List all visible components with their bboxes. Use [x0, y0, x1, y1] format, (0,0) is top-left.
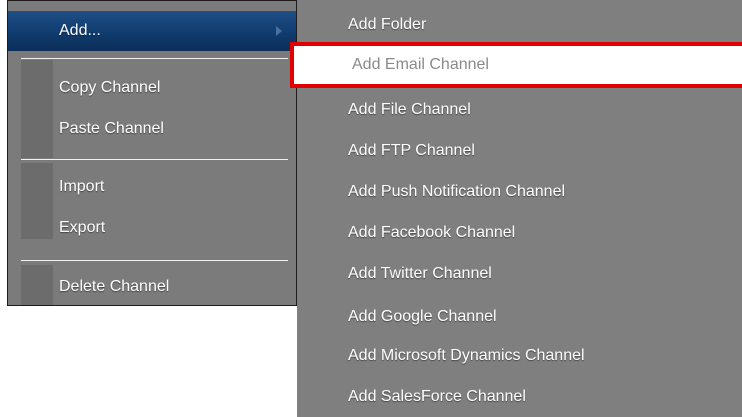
menu-separator	[21, 159, 288, 160]
menu-item-label: Paste Channel	[59, 120, 164, 137]
submenu-item-add-google-channel[interactable]: Add Google Channel	[297, 296, 742, 337]
submenu-item-label: Add Twitter Channel	[348, 265, 492, 282]
submenu-item-add-folder[interactable]: Add Folder	[297, 4, 742, 45]
submenu-item-add-twitter-channel[interactable]: Add Twitter Channel	[297, 253, 742, 294]
submenu-item-add-email-channel[interactable]: Add Email Channel	[290, 42, 742, 88]
submenu-item-label: Add Google Channel	[348, 308, 497, 325]
submenu-item-label: Add Push Notification Channel	[348, 183, 566, 200]
submenu-item-add-facebook-channel[interactable]: Add Facebook Channel	[297, 212, 742, 253]
menu-item-export[interactable]: Export	[8, 208, 296, 248]
menu-item-label: Import	[59, 178, 105, 195]
menu-separator	[21, 58, 288, 59]
submenu-item-label: Add File Channel	[348, 101, 471, 118]
submenu-item-label: Add SalesForce Channel	[348, 388, 526, 405]
menu-item-paste-channel[interactable]: Paste Channel	[8, 109, 296, 149]
menu-item-copy-channel[interactable]: Copy Channel	[8, 68, 296, 108]
menu-item-label: Export	[59, 219, 106, 236]
submenu-item-add-microsoft-dynamics-channel[interactable]: Add Microsoft Dynamics Channel	[297, 335, 742, 376]
submenu-item-add-push-notification-channel[interactable]: Add Push Notification Channel	[297, 171, 742, 212]
submenu-item-label: Add Email Channel	[352, 56, 489, 73]
submenu-item-label: Add Facebook Channel	[348, 224, 516, 241]
menu-separator	[21, 260, 288, 261]
menu-item-add[interactable]: Add...	[8, 11, 296, 51]
submenu-item-label: Add Folder	[348, 16, 427, 33]
menu-item-label: Copy Channel	[59, 79, 161, 96]
menu-item-label: Delete Channel	[59, 278, 170, 295]
submenu-item-add-ftp-channel[interactable]: Add FTP Channel	[297, 130, 742, 171]
menu-item-label: Add...	[59, 22, 101, 39]
submenu-item-add-file-channel[interactable]: Add File Channel	[297, 89, 742, 130]
submenu-item-label: Add Microsoft Dynamics Channel	[348, 347, 585, 364]
menu-item-delete-channel[interactable]: Delete Channel	[8, 267, 296, 307]
menu-item-import[interactable]: Import	[8, 167, 296, 207]
channel-context-menu: Add... Copy Channel Paste Channel Import…	[7, 0, 297, 306]
submenu-item-add-salesforce-channel[interactable]: Add SalesForce Channel	[297, 376, 742, 417]
add-submenu: Add Folder Add Email Channel Add File Ch…	[290, 0, 742, 417]
submenu-item-label: Add FTP Channel	[348, 142, 475, 159]
submenu-arrow-icon	[276, 26, 282, 36]
